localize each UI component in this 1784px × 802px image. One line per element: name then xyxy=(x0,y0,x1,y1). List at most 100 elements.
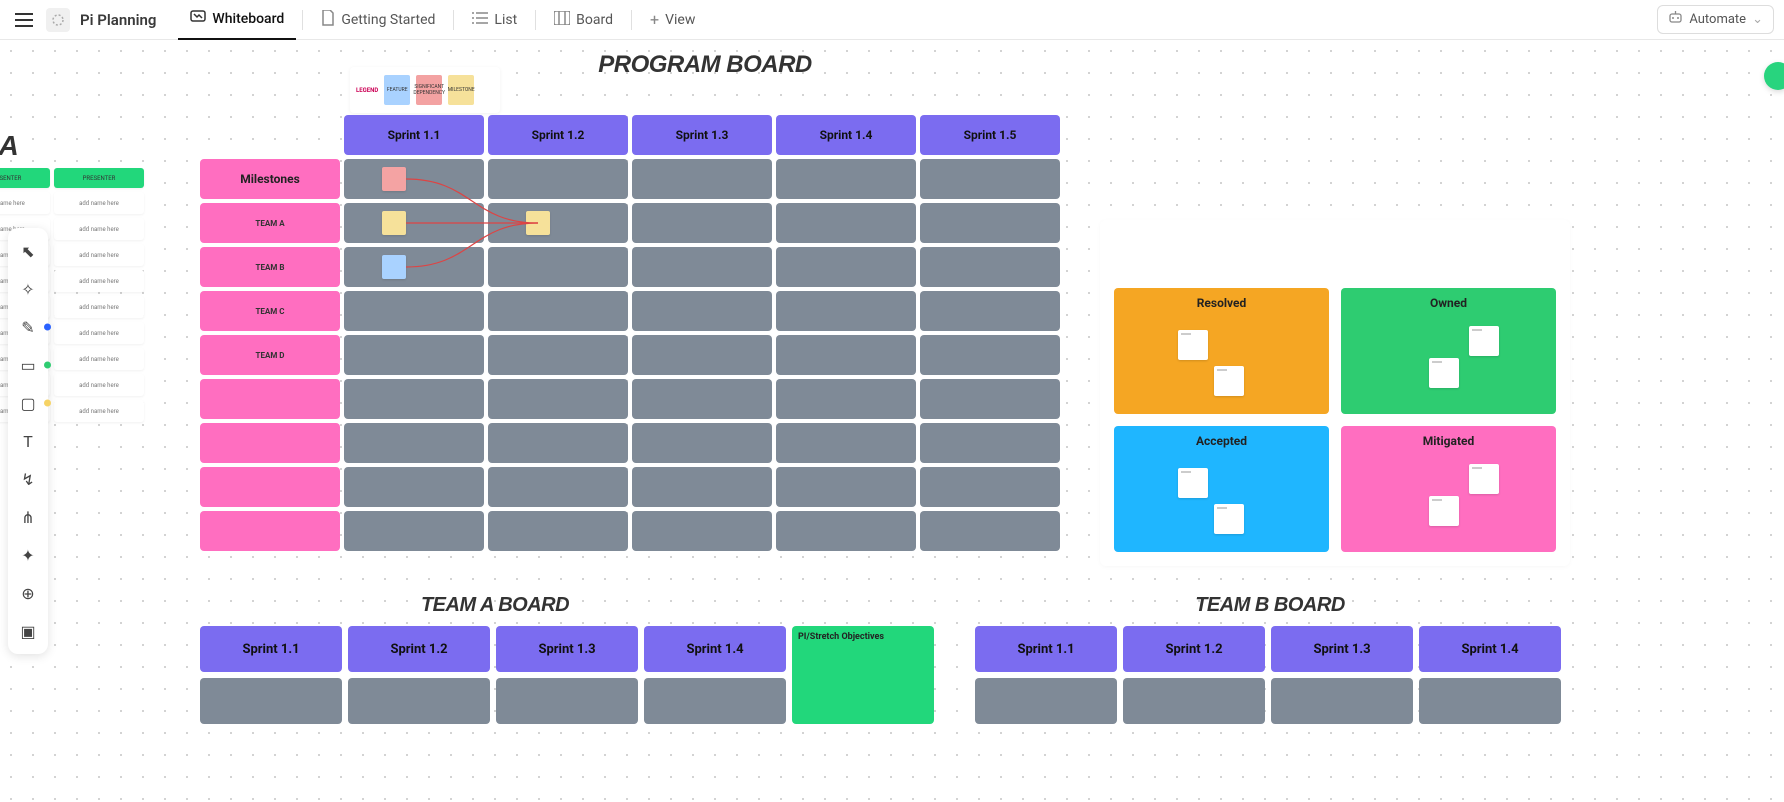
agenda-header-cell[interactable]: PRESENTER xyxy=(54,168,144,188)
roam-quadrant[interactable]: Mitigated xyxy=(1341,426,1556,552)
board-cell[interactable] xyxy=(776,291,916,331)
agenda-cell[interactable]: add name here xyxy=(54,192,144,214)
pen-tool[interactable]: ✎ xyxy=(11,310,45,344)
board-cell[interactable] xyxy=(632,291,772,331)
team-a-board[interactable]: TEAM A BOARD Sprint 1.1Sprint 1.2Sprint … xyxy=(200,595,934,730)
board-cell[interactable] xyxy=(488,511,628,551)
board-cell[interactable] xyxy=(632,159,772,199)
team-sprint-header[interactable]: Sprint 1.4 xyxy=(1419,626,1561,672)
team-sprint-header[interactable]: Sprint 1.2 xyxy=(348,626,490,672)
sticky-note[interactable] xyxy=(1214,366,1244,396)
board-cell[interactable] xyxy=(920,423,1060,463)
board-cell[interactable] xyxy=(488,291,628,331)
board-cell[interactable] xyxy=(776,467,916,507)
board-cell[interactable] xyxy=(776,203,916,243)
agenda-cell[interactable]: add name here xyxy=(54,296,144,318)
sticky-note[interactable] xyxy=(1469,464,1499,494)
row-header[interactable] xyxy=(200,379,340,419)
team-cell[interactable] xyxy=(1123,678,1265,724)
board-cell[interactable] xyxy=(632,247,772,287)
doc-avatar-icon[interactable] xyxy=(46,8,70,32)
board-cell[interactable] xyxy=(344,467,484,507)
sticky-note[interactable] xyxy=(1178,468,1208,498)
help-fab[interactable] xyxy=(1764,62,1784,90)
sticky-note[interactable] xyxy=(1429,358,1459,388)
team-b-board[interactable]: TEAM B BOARD Sprint 1.1Sprint 1.2Sprint … xyxy=(975,595,1565,730)
board-cell[interactable] xyxy=(488,247,628,287)
sticky-note[interactable] xyxy=(382,211,406,235)
agenda-cell[interactable]: add name here xyxy=(54,322,144,344)
roam-quadrant[interactable]: Resolved xyxy=(1114,288,1329,414)
relationship-tool[interactable]: ⋔ xyxy=(11,500,45,534)
row-header[interactable]: Milestones xyxy=(200,159,340,199)
board-cell[interactable] xyxy=(344,423,484,463)
pointer-tool[interactable]: ⬉ xyxy=(11,234,45,268)
team-cell[interactable] xyxy=(496,678,638,724)
board-cell[interactable] xyxy=(632,511,772,551)
board-cell[interactable] xyxy=(920,247,1060,287)
team-cell[interactable] xyxy=(200,678,342,724)
team-sprint-header[interactable]: Sprint 1.4 xyxy=(644,626,786,672)
tab-getting-started[interactable]: Getting Started xyxy=(309,0,447,40)
board-cell[interactable] xyxy=(344,247,484,287)
page-title[interactable]: Pi Planning xyxy=(80,11,156,29)
board-cell[interactable] xyxy=(488,423,628,463)
tab-board[interactable]: Board xyxy=(542,0,625,40)
board-cell[interactable] xyxy=(344,511,484,551)
magic-tool[interactable]: ✦ xyxy=(11,538,45,572)
board-cell[interactable] xyxy=(488,203,628,243)
sticky-note[interactable] xyxy=(382,255,406,279)
team-cell[interactable] xyxy=(975,678,1117,724)
board-cell[interactable] xyxy=(344,335,484,375)
board-cell[interactable] xyxy=(488,467,628,507)
board-cell[interactable] xyxy=(632,423,772,463)
team-cell[interactable] xyxy=(644,678,786,724)
board-cell[interactable] xyxy=(344,379,484,419)
sticky-note[interactable] xyxy=(526,211,550,235)
program-board[interactable]: Sprint 1.1Sprint 1.2Sprint 1.3Sprint 1.4… xyxy=(200,115,1060,555)
hamburger-menu-icon[interactable] xyxy=(10,6,38,34)
board-cell[interactable] xyxy=(920,203,1060,243)
team-sprint-header[interactable]: Sprint 1.2 xyxy=(1123,626,1265,672)
board-cell[interactable] xyxy=(776,335,916,375)
sticky-note[interactable] xyxy=(1429,496,1459,526)
sticky-note[interactable] xyxy=(1469,326,1499,356)
row-header[interactable] xyxy=(200,511,340,551)
board-cell[interactable] xyxy=(488,335,628,375)
board-cell[interactable] xyxy=(920,291,1060,331)
board-cell[interactable] xyxy=(632,467,772,507)
agenda-cell[interactable]: add name here xyxy=(54,244,144,266)
board-cell[interactable] xyxy=(776,379,916,419)
web-tool[interactable]: ⊕ xyxy=(11,576,45,610)
tab-list[interactable]: List xyxy=(460,0,529,40)
board-cell[interactable] xyxy=(920,511,1060,551)
ai-tool[interactable]: ✧ xyxy=(11,272,45,306)
whiteboard-canvas[interactable]: ⬉✧✎▭▢T↯⋔✦⊕▣ NDA PRESENTERadd name heread… xyxy=(0,40,1784,802)
agenda-cell[interactable]: add name here xyxy=(54,400,144,422)
shape-tool[interactable]: ▭ xyxy=(11,348,45,382)
agenda-cell[interactable]: add name here xyxy=(0,192,50,214)
add-view-button[interactable]: + View xyxy=(638,0,707,40)
board-cell[interactable] xyxy=(344,291,484,331)
board-cell[interactable] xyxy=(344,203,484,243)
agenda-cell[interactable]: add name here xyxy=(54,348,144,370)
row-header[interactable]: TEAM D xyxy=(200,335,340,375)
board-cell[interactable] xyxy=(632,379,772,419)
board-cell[interactable] xyxy=(776,423,916,463)
board-cell[interactable] xyxy=(344,159,484,199)
sprint-header[interactable]: Sprint 1.1 xyxy=(344,115,484,155)
connector-tool[interactable]: ↯ xyxy=(11,462,45,496)
roam-quadrant[interactable]: Accepted xyxy=(1114,426,1329,552)
agenda-header-cell[interactable]: PRESENTER xyxy=(0,168,50,188)
pi-objectives-card[interactable]: PI/Stretch Objectives xyxy=(792,626,934,724)
board-cell[interactable] xyxy=(488,379,628,419)
board-cell[interactable] xyxy=(488,159,628,199)
board-cell[interactable] xyxy=(776,159,916,199)
row-header[interactable] xyxy=(200,467,340,507)
team-cell[interactable] xyxy=(1419,678,1561,724)
board-cell[interactable] xyxy=(920,335,1060,375)
row-header[interactable]: TEAM A xyxy=(200,203,340,243)
sprint-header[interactable]: Sprint 1.4 xyxy=(776,115,916,155)
sticky-note[interactable] xyxy=(382,167,406,191)
team-sprint-header[interactable]: Sprint 1.3 xyxy=(1271,626,1413,672)
